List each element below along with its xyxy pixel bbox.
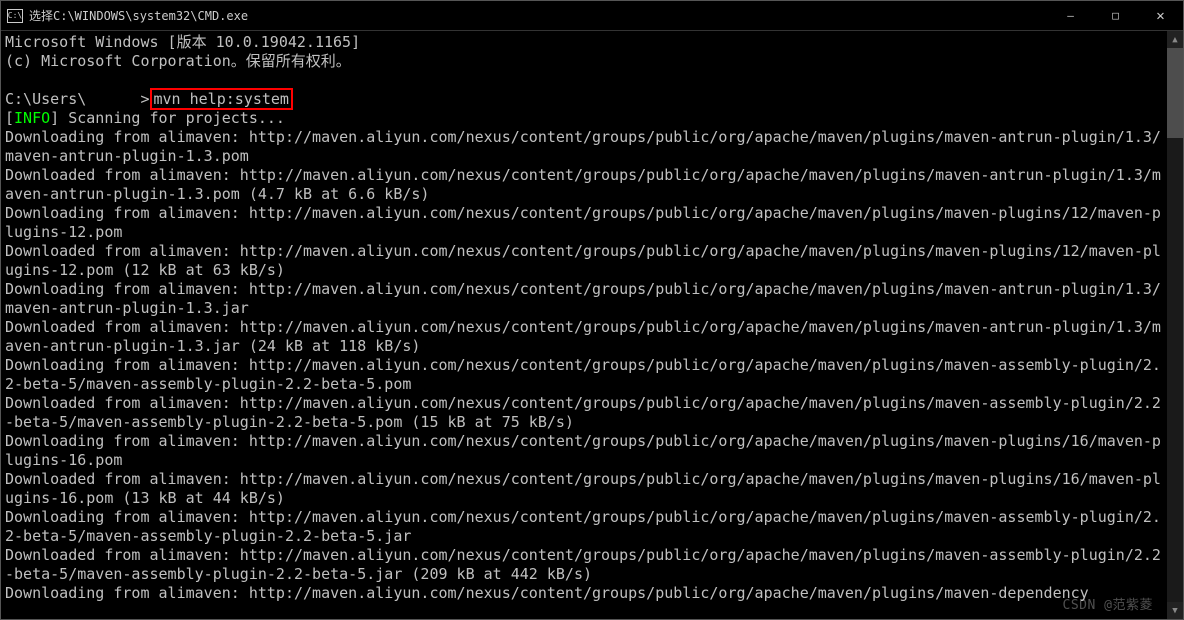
minimize-button[interactable]: — [1048,1,1093,30]
scroll-down-arrow[interactable]: ▼ [1167,602,1183,619]
info-tag: INFO [14,109,50,127]
cmd-window: C:\ 选择C:\WINDOWS\system32\CMD.exe — □ ✕ … [0,0,1184,620]
maximize-button[interactable]: □ [1093,1,1138,30]
version-line: Microsoft Windows [版本 10.0.19042.1165] [5,33,360,51]
scroll-track[interactable] [1167,48,1183,602]
window-buttons: — □ ✕ [1048,1,1183,30]
info-scanning: ] Scanning for projects... [50,109,285,127]
output-line: Downloading from alimaven: http://maven.… [5,128,1161,165]
output-line: Downloaded from alimaven: http://maven.a… [5,546,1161,583]
output-line: Downloading from alimaven: http://maven.… [5,204,1161,241]
output-line: Downloaded from alimaven: http://maven.a… [5,242,1161,279]
output-line: Downloaded from alimaven: http://maven.a… [5,166,1161,203]
output-line: Downloading from alimaven: http://maven.… [5,280,1161,317]
output-line: Downloaded from alimaven: http://maven.a… [5,470,1161,507]
output-line: Downloading from alimaven: http://maven.… [5,432,1161,469]
window-title: 选择C:\WINDOWS\system32\CMD.exe [29,7,1048,24]
prompt-path: C:\Users\ [5,90,86,108]
titlebar[interactable]: C:\ 选择C:\WINDOWS\system32\CMD.exe — □ ✕ [1,1,1183,31]
terminal-output[interactable]: Microsoft Windows [版本 10.0.19042.1165] (… [1,31,1167,619]
prompt-user: > [86,90,149,108]
output-line: Downloading from alimaven: http://maven.… [5,508,1161,545]
output-line: Downloading from alimaven: http://maven.… [5,356,1161,393]
command-highlight: mvn help:system [150,88,293,110]
scroll-thumb[interactable] [1167,48,1183,138]
info-bracket-open: [ [5,109,14,127]
output-line: Downloaded from alimaven: http://maven.a… [5,394,1161,431]
output-line: Downloaded from alimaven: http://maven.a… [5,318,1161,355]
scroll-up-arrow[interactable]: ▲ [1167,31,1183,48]
vertical-scrollbar[interactable]: ▲ ▼ [1167,31,1183,619]
copyright-line: (c) Microsoft Corporation。保留所有权利。 [5,52,351,70]
terminal-area[interactable]: Microsoft Windows [版本 10.0.19042.1165] (… [1,31,1183,619]
cmd-icon: C:\ [7,9,23,23]
watermark: CSDN @范紫菱 [1063,594,1153,613]
output-line: Downloading from alimaven: http://maven.… [5,584,1089,602]
close-button[interactable]: ✕ [1138,1,1183,30]
